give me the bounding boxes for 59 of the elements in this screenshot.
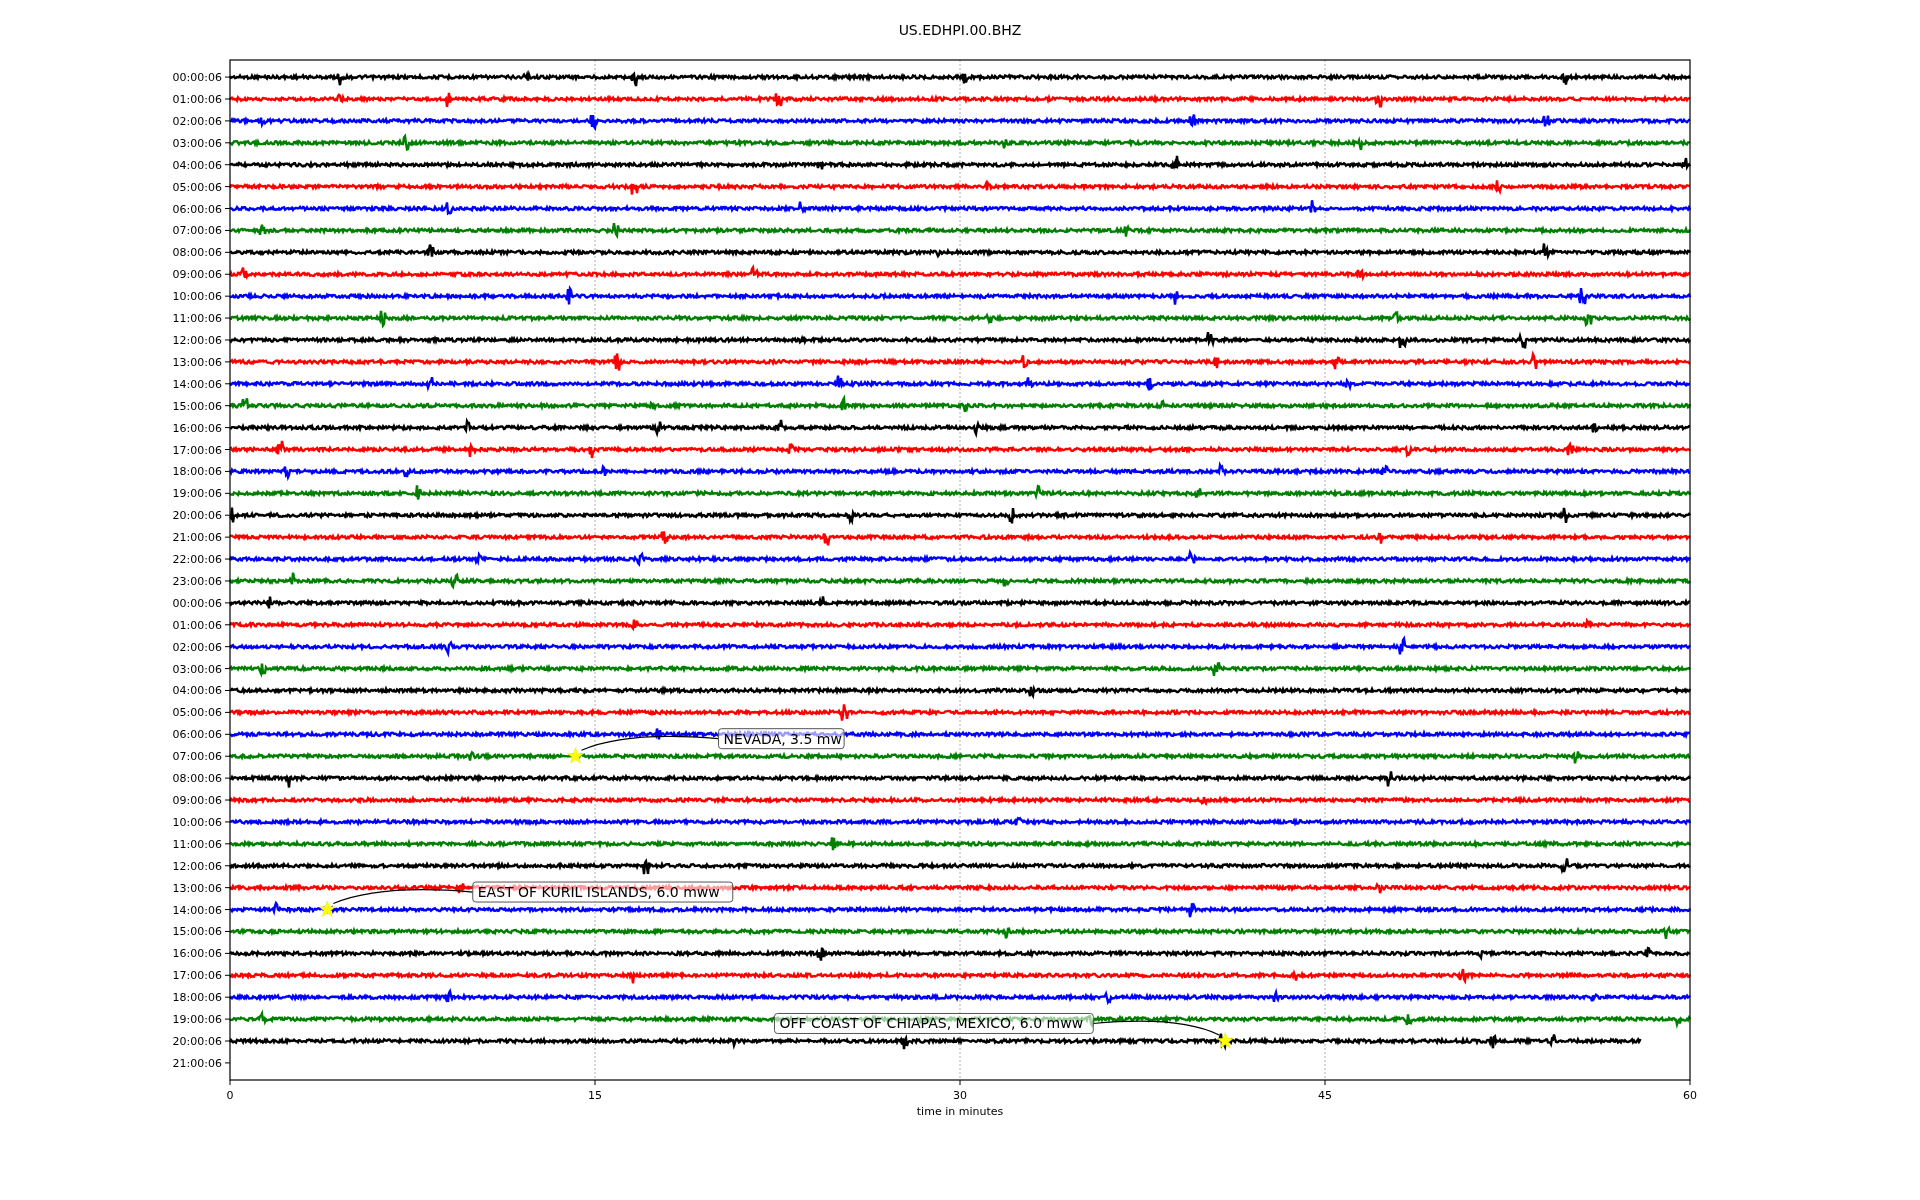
axis-tick-label: 03:00:06 <box>172 136 222 150</box>
axis-tick-label: 05:00:06 <box>172 180 222 194</box>
axis-tick-label: 16:00:06 <box>172 421 222 435</box>
plot-title: US.EDHPI.00.BHZ <box>898 22 1022 38</box>
axis-tick-label: 02:00:06 <box>172 114 222 128</box>
axis-tick-label: 20:00:06 <box>172 509 222 523</box>
axis-tick-label: 23:00:06 <box>172 574 222 588</box>
axis-tick-label: 03:00:06 <box>172 662 222 676</box>
axis-tick-label: 12:00:06 <box>172 859 222 873</box>
axis-tick-label: 00:00:06 <box>172 71 222 85</box>
axis-tick-label: 19:00:06 <box>172 1013 222 1027</box>
axis-tick-label: 19:00:06 <box>172 487 222 501</box>
axis-tick-label: 00:00:06 <box>172 596 222 610</box>
axis-tick-label: 10:00:06 <box>172 290 222 304</box>
axis-tick-label: 04:00:06 <box>172 684 222 698</box>
star-icon <box>318 900 336 917</box>
axis-tick-label: 17:00:06 <box>172 969 222 983</box>
axis-tick-label: 13:00:06 <box>172 881 222 895</box>
axis-tick-label: 02:00:06 <box>172 640 222 654</box>
event-label: EAST OF KURIL ISLANDS, 6.0 mww <box>472 881 734 903</box>
event-label: NEVADA, 3.5 mw <box>718 728 845 750</box>
axis-tick-label: 10:00:06 <box>172 815 222 829</box>
axis-tick-label: 08:00:06 <box>172 246 222 260</box>
axis-tick-label: 20:00:06 <box>172 1035 222 1048</box>
axis-tick-label: 15:00:06 <box>172 925 222 939</box>
axis-tick-label: 60 <box>1683 1089 1697 1102</box>
axis-tick-label: 30 <box>953 1089 967 1102</box>
axis-tick-label: 16:00:06 <box>172 947 222 961</box>
axis-tick-label: 15:00:06 <box>172 399 222 413</box>
axis-tick-label: 22:00:06 <box>172 553 222 567</box>
axis-tick-label: 05:00:06 <box>172 706 222 720</box>
axis-tick-label: 11:00:06 <box>172 312 222 326</box>
axis-tick-label: 01:00:06 <box>172 93 222 106</box>
axis-tick-label: 14:00:06 <box>172 377 222 391</box>
axis-tick-label: 17:00:06 <box>172 443 222 457</box>
axis-tick-label: 18:00:06 <box>172 465 222 479</box>
star-icon <box>567 747 584 764</box>
axis-tick-label: 45 <box>1318 1089 1332 1102</box>
axis-tick-label: 18:00:06 <box>172 991 222 1005</box>
axis-tick-label: 14:00:06 <box>172 903 222 917</box>
axis-tick-label: 09:00:06 <box>172 794 222 808</box>
axis-tick-label: 21:00:06 <box>172 1056 222 1070</box>
axis-tick-label: 07:00:06 <box>172 750 222 764</box>
axis-tick-label: 06:00:06 <box>172 202 222 216</box>
axis-tick-label: 11:00:06 <box>172 837 222 851</box>
axis-tick-label: 08:00:06 <box>172 772 222 786</box>
axis-tick-label: 01:00:06 <box>172 618 222 632</box>
axis-tick-label: 13:00:06 <box>172 355 222 369</box>
axis-tick-label: 12:00:06 <box>172 333 222 347</box>
axis-tick-label: 0 <box>226 1089 234 1102</box>
star-icon <box>1216 1032 1234 1049</box>
axis-tick-label: 21:00:06 <box>172 531 222 545</box>
axis-tick-label: 15 <box>588 1089 602 1102</box>
axis-tick-label: 07:00:06 <box>172 224 222 238</box>
axis-tick-label: 06:00:06 <box>172 728 222 742</box>
axis-tick-label: 09:00:06 <box>172 268 222 282</box>
axis-tick-label: 04:00:06 <box>172 158 222 172</box>
event-label: OFF COAST OF CHIAPAS, MEXICO, 6.0 mww <box>774 1013 1094 1034</box>
axis-label: time in minutes <box>916 1105 1004 1118</box>
